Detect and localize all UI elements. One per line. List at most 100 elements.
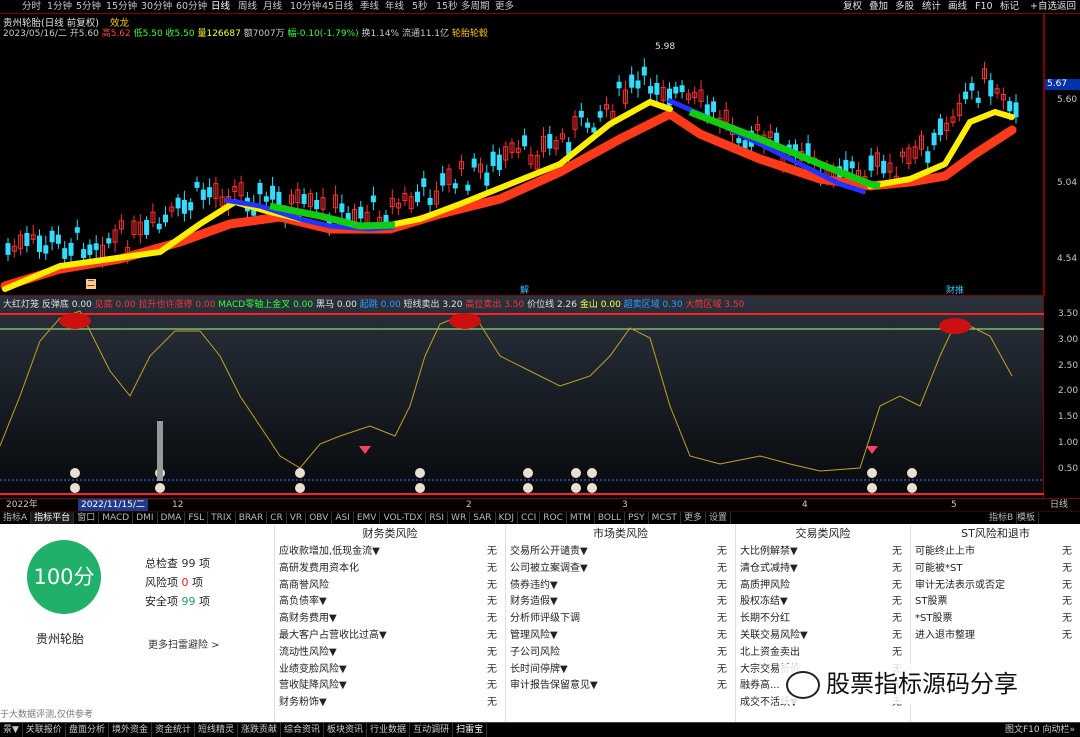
more-scan-link[interactable]: 更多扫雷避险 > [148,636,220,651]
period-10[interactable]: 45日线 [322,0,353,14]
toolbar-btn-8[interactable]: 返回 [1057,0,1076,14]
risk-row[interactable]: 可能终止上市 无 [911,544,1080,561]
period-11[interactable]: 季线 [360,0,379,14]
candle-body-76 [484,172,490,186]
stock-name: 贵州轮胎 [36,632,85,646]
candlestick-chart[interactable]: 贵州轮胎(日线 前复权) 效龙 2023/05/16/二 开5.60 高5.62… [0,14,1044,296]
status-tab-4[interactable]: 资金统计 [152,723,195,737]
risk-row[interactable]: 北上资金卖出 无 [736,645,910,662]
candle-body-159 [1007,101,1013,112]
period-5[interactable]: 60分钟 [176,0,207,14]
ind-axis-label-4: 1.50 [1058,412,1079,423]
period-15[interactable]: 多周期 [461,0,490,14]
period-9[interactable]: 10分钟 [290,0,321,14]
period-14[interactable]: 15秒 [436,0,458,14]
risk-row[interactable]: *ST股票 无 [911,611,1080,628]
status-tab-1[interactable]: 关联报价 [23,723,66,737]
candle-body-146 [925,151,931,163]
toolbar-btn-7[interactable]: +自选 [1030,0,1057,14]
risk-row[interactable]: 高质押风险 无 [736,578,910,595]
period-4[interactable]: 30分钟 [141,0,172,14]
status-tab-9[interactable]: 行业数据 [367,723,411,737]
wechat-icon [786,671,820,699]
status-tab-3[interactable]: 境外资金 [109,723,152,737]
risk-row[interactable]: 长期不分红 无 [736,611,910,628]
candle-body-116 [736,138,742,144]
risk-row[interactable]: 管理风险▼ 无 [506,628,735,645]
candle-body-12 [81,249,87,259]
risk-row[interactable]: 审计无法表示或否定 无 [911,578,1080,595]
risk-label: 债券违约▼ [510,579,558,591]
risk-row[interactable]: 长时间停牌▼ 无 [506,662,735,679]
candle-body-100 [635,80,641,89]
toolbar-btn-0[interactable]: 复权 [843,0,862,14]
period-12[interactable]: 年线 [385,0,404,14]
risk-value: 无 [892,646,902,658]
risk-row[interactable]: 财务造假▼ 无 [506,594,735,611]
status-tab-0[interactable]: 景▼ [0,723,23,737]
risk-row[interactable]: 分析师评级下调 无 [506,611,735,628]
risk-value: 无 [1062,613,1072,625]
period-3[interactable]: 15分钟 [106,0,137,14]
risk-row[interactable]: ST股票 无 [911,594,1080,611]
status-tab-2[interactable]: 盘面分析 [66,723,109,737]
status-tab-5[interactable]: 短线精灵 [195,723,238,737]
toolbar-btn-2[interactable]: 多股 [895,0,914,14]
risk-row[interactable]: 应收款增加,低现金流▼ 无 [275,544,505,561]
risk-row[interactable]: 高负债率▼ 无 [275,594,505,611]
period-1[interactable]: 1分钟 [47,0,72,14]
toolbar-btn-1[interactable]: 叠加 [869,0,888,14]
risk-label: 关联交易风险▼ [740,629,808,641]
status-right[interactable]: 图文F10 向动栏» [1002,723,1078,737]
toolbar-btn-5[interactable]: F10 [975,0,993,14]
risk-row[interactable]: 子公司风险 无 [506,645,735,662]
risk-row[interactable]: 大比例解禁▼ 无 [736,544,910,561]
risk-row[interactable]: 高财务费用▼ 无 [275,611,505,628]
status-tab-6[interactable]: 涨跌贡献 [238,723,282,737]
risk-row[interactable]: 股权冻结▼ 无 [736,594,910,611]
period-7[interactable]: 周线 [238,0,257,14]
risk-row[interactable]: 高研发费用资本化 无 [275,561,505,578]
risk-row[interactable]: 可能被*ST 无 [911,561,1080,578]
risk-row[interactable]: 流动性风险▼ 无 [275,645,505,662]
period-13[interactable]: 5秒 [412,0,428,14]
risk-row[interactable]: 营收陡降风险▼ 无 [275,678,505,695]
period-16[interactable]: 更多 [495,0,514,14]
ind-axis-label-6: 0.50 [1058,463,1079,474]
period-2[interactable]: 5分钟 [76,0,101,14]
risk-value: 无 [487,646,497,658]
risk-row[interactable]: 债券违约▼ 无 [506,578,735,595]
period-6[interactable]: 日线 [211,0,230,14]
period-0[interactable]: 分时 [22,0,41,14]
marker-right: 财推 [946,286,965,296]
toolbar-btn-6[interactable]: 标记 [1000,0,1019,14]
candle-body-82 [522,135,528,147]
date-tick-3: 3 [622,500,628,510]
candle-body-49 [314,199,320,210]
risk-row[interactable]: 进入退市整理 无 [911,628,1080,645]
summary-safe: 安全项 99 项 [145,595,210,608]
candle-body-3 [24,232,30,247]
risk-row[interactable]: 交易所公开谴责▼ 无 [506,544,735,561]
risk-row[interactable]: 审计报告保留意见▼ 无 [506,678,735,695]
risk-row[interactable]: 财务粉饰▼ 无 [275,695,505,712]
risk-row[interactable]: 高商誉风险 无 [275,578,505,595]
risk-value: 无 [487,680,497,692]
risk-row[interactable]: 最大客户占营收比过高▼ 无 [275,628,505,645]
bottom-marker-4 [523,468,533,478]
status-tab-11[interactable]: 扫雷宝 [453,723,488,737]
indicator-panel[interactable]: 大红灯笼 反弹底 0.00 见底 0.00 拉升也许涨停 0.00 MACD零轴… [0,296,1044,498]
indicator-plot [0,310,1044,495]
status-tab-10[interactable]: 互动调研 [410,723,454,737]
period-8[interactable]: 月线 [263,0,282,14]
risk-row[interactable]: 清仓式减持▼ 无 [736,561,910,578]
risk-row[interactable]: 关联交易风险▼ 无 [736,628,910,645]
candle-body-153 [969,83,975,91]
candle-body-78 [496,154,502,171]
status-tab-7[interactable]: 综合资讯 [281,723,325,737]
toolbar-btn-3[interactable]: 统计 [922,0,941,14]
risk-row[interactable]: 公司被立案调查▼ 无 [506,561,735,578]
risk-row[interactable]: 业绩变脸风险▼ 无 [275,662,505,679]
status-tab-8[interactable]: 板块资讯 [324,723,368,737]
toolbar-btn-4[interactable]: 画线 [948,0,967,14]
